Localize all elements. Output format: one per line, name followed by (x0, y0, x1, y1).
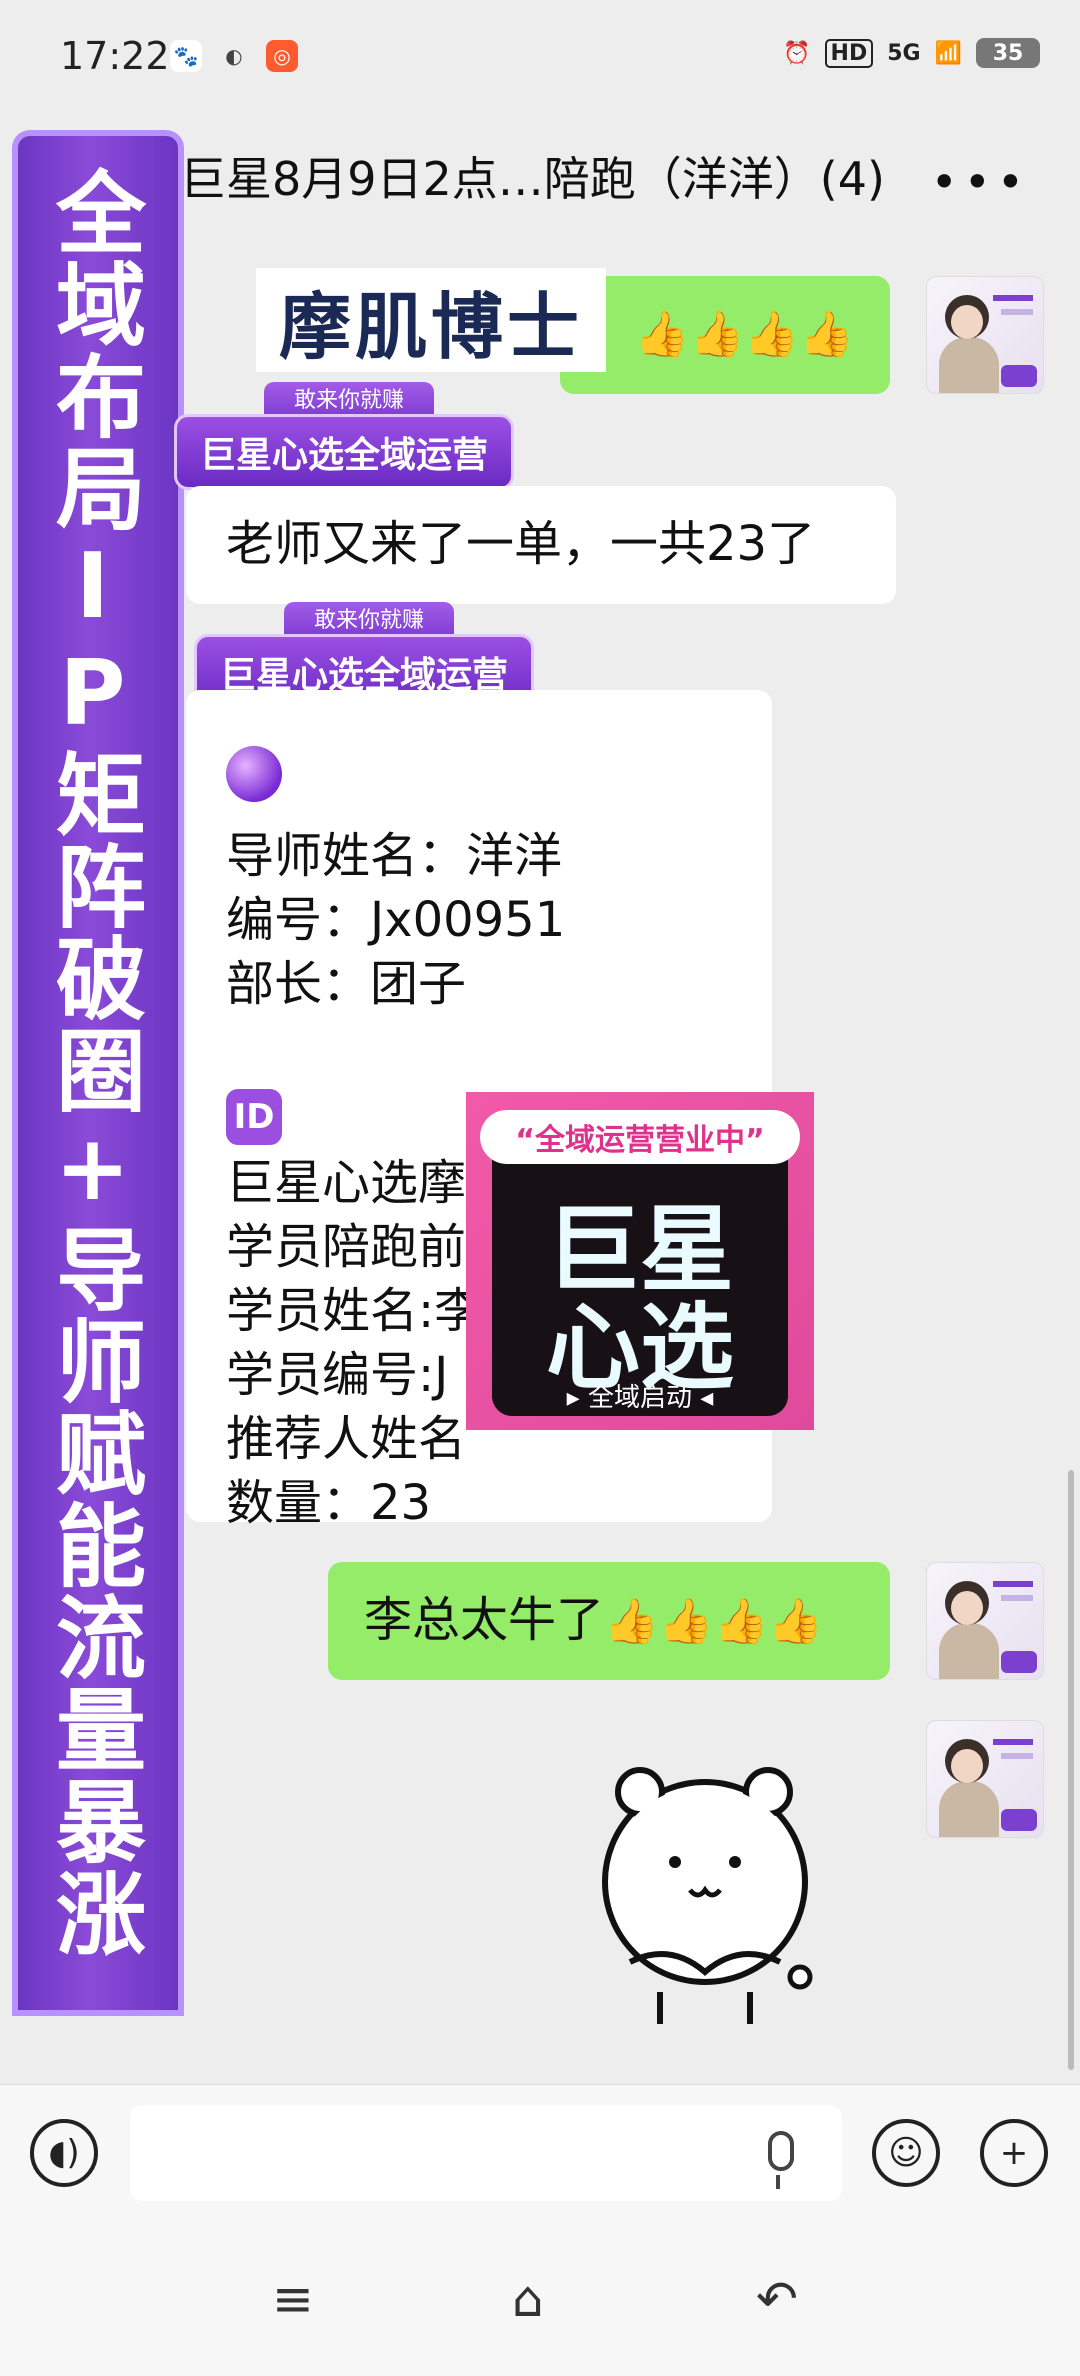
message-bubble-outgoing[interactable]: 李总太牛了👍👍👍👍 (328, 1562, 890, 1680)
promo-vertical-banner: 全域布局IP矩阵破圈+导师赋能流量暴涨 (12, 130, 184, 2016)
avatar[interactable] (926, 1720, 1044, 1838)
plus-icon[interactable]: + (980, 2119, 1048, 2187)
system-navigation: ≡ ⌂ ↶ (0, 2220, 1080, 2376)
microphone-stand (776, 2175, 790, 2189)
back-nav-icon[interactable]: ↶ (756, 2270, 798, 2328)
alarm-icon: ⏰ (783, 40, 811, 66)
avatar[interactable] (926, 276, 1044, 394)
more-options-icon[interactable]: ••• (931, 155, 1030, 209)
message-text: 老师又来了一单，一共23了 (226, 516, 816, 572)
card-line-number: 编号：Jx00951 (226, 892, 566, 948)
promo-sticker: “全域运营营业中” 巨星 心选 ▸ 全域启动 ◂ (466, 1092, 814, 1430)
status-right: ⏰ HD 5G 📶 35 (783, 38, 1040, 68)
message-bubble-incoming[interactable]: 老师又来了一单，一共23了 (186, 486, 896, 604)
chat-title: 巨星8月9日2点…陪跑（洋洋）(4) (180, 152, 885, 206)
microphone-icon[interactable] (768, 2131, 794, 2171)
battery-indicator: 35 (976, 38, 1040, 68)
message-input[interactable] (130, 2105, 842, 2201)
brand-logo: 摩肌博士 (256, 268, 606, 372)
card-line-quantity: 数量：23 (226, 1475, 432, 1531)
message-text: 李总太牛了 (364, 1592, 605, 1648)
input-bar: ◖) ☺ + (0, 2084, 1080, 2221)
crystal-ball-icon (226, 746, 282, 802)
thumbs-emoji: 👍👍👍👍 (604, 1596, 824, 1647)
message-bubble-outgoing[interactable]: 👍👍👍👍 (560, 276, 890, 394)
voice-icon[interactable]: ◖) (30, 2119, 98, 2187)
promo-badge: 敢来你就赚 巨星心选全域运营 (174, 382, 514, 496)
card-line-mentor: 导师姓名：洋洋 (226, 828, 563, 884)
card-line-minister: 部长：团子 (226, 956, 467, 1012)
thumbs-emoji: 👍👍👍👍 (634, 309, 854, 360)
menu-nav-icon[interactable]: ≡ (272, 2270, 314, 2328)
wifi-icon: 📶 (934, 40, 962, 66)
app-orange-icon: ◎ (266, 40, 298, 72)
baidu-icon: 🐾 (170, 40, 202, 72)
avatar[interactable] (926, 1562, 1044, 1680)
id-icon: ID (226, 1089, 282, 1145)
emoji-icon[interactable]: ☺ (872, 2119, 940, 2187)
status-app-icons: 🐾 ◐ ◎ (170, 40, 298, 72)
app-leaf-icon: ◐ (218, 40, 250, 72)
network-label: 5G (887, 40, 921, 66)
bear-sticker[interactable] (590, 1762, 820, 2032)
promo-sub-text: ▸ 全域启动 ◂ (566, 1383, 714, 1413)
hd-badge: HD (824, 38, 874, 68)
home-nav-icon[interactable]: ⌂ (512, 2270, 544, 2328)
status-time: 17:22 (60, 34, 170, 78)
badge-main-label: 巨星心选全域运营 (174, 414, 514, 490)
scrollbar[interactable] (1068, 1470, 1074, 2070)
banner-text: 全域布局IP矩阵破圈+导师赋能流量暴涨 (40, 166, 145, 1959)
status-bar: 17:22 🐾 ◐ ◎ ⏰ HD 5G 📶 35 (0, 0, 1080, 115)
promo-banner-text: “全域运营营业中” (480, 1110, 800, 1164)
